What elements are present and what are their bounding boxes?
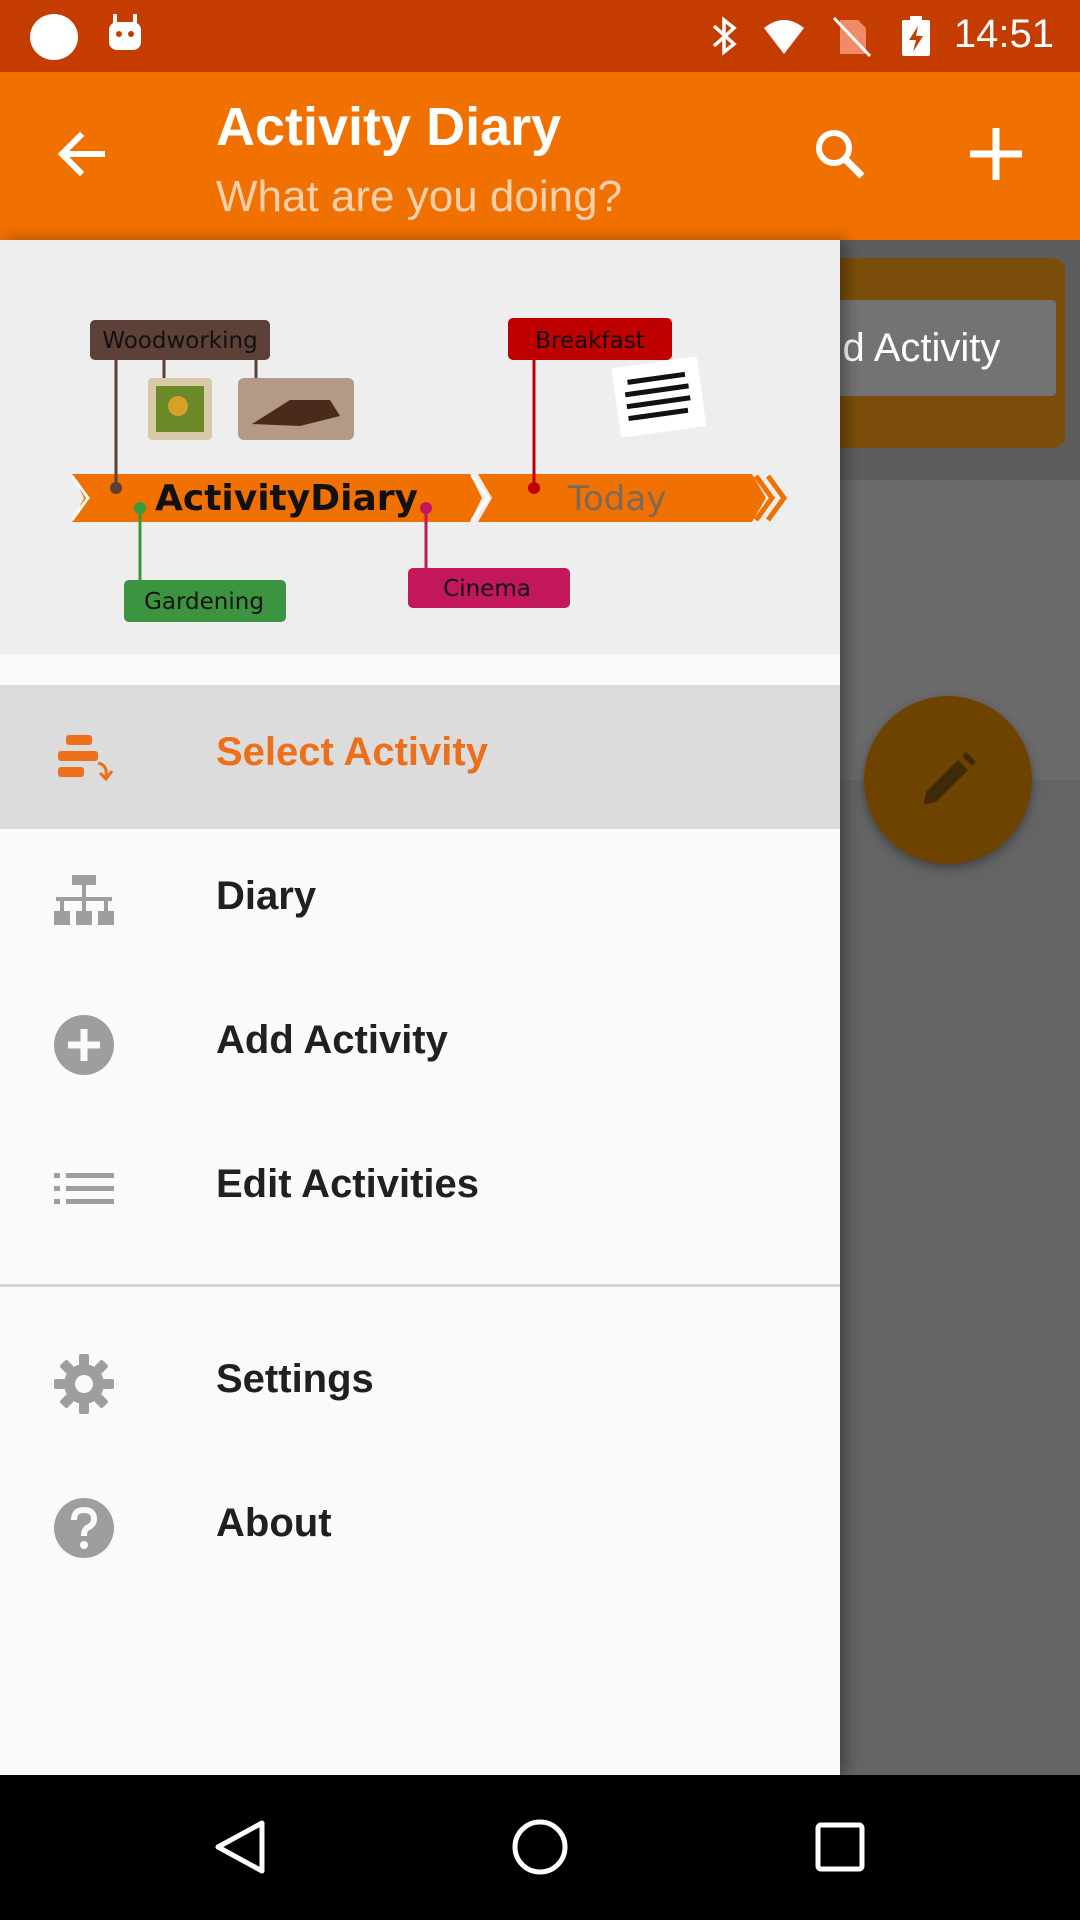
- help-icon: [54, 1498, 114, 1558]
- status-bar: 14:51: [0, 0, 1080, 72]
- clock: 14:51: [953, 12, 1054, 56]
- content-lower-area: [840, 780, 1080, 1775]
- breakfast-tag-label: Breakfast: [535, 328, 645, 354]
- nav-item-label: Diary: [216, 874, 317, 918]
- home-nav-icon[interactable]: [508, 1815, 572, 1879]
- woodworking-tag-label: Woodworking: [102, 328, 257, 354]
- no-sim-icon: [832, 16, 872, 58]
- today-text: Today: [567, 479, 666, 519]
- gear-icon: [54, 1354, 114, 1414]
- cinema-tag-label: Cinema: [443, 576, 531, 602]
- nav-item-label: Edit Activities: [216, 1162, 480, 1206]
- drawer-divider: [0, 1284, 840, 1287]
- nav-item-about[interactable]: About: [0, 1456, 840, 1600]
- list-icon: [54, 1173, 114, 1204]
- gardening-tag-label: Gardening: [144, 589, 264, 615]
- nav-item-edit-activities[interactable]: Edit Activities: [0, 1117, 840, 1261]
- app-bar: Activity Diary What are you doing?: [0, 72, 1080, 240]
- nav-item-label: Select Activity: [216, 730, 488, 774]
- nav-item-label: Settings: [216, 1357, 374, 1401]
- back-arrow-icon[interactable]: [52, 124, 112, 184]
- recents-nav-icon[interactable]: [808, 1815, 872, 1879]
- navigation-drawer: ActivityDiary Today Woodworking Breakfas…: [0, 240, 840, 1775]
- add-icon[interactable]: [966, 124, 1026, 184]
- nav-item-select-activity[interactable]: Select Activity: [0, 685, 840, 829]
- back-nav-icon[interactable]: [208, 1815, 272, 1879]
- diary-icon: [54, 875, 114, 925]
- nav-item-settings[interactable]: Settings: [0, 1312, 840, 1456]
- activity-diary-banner: ActivityDiary Today Woodworking Breakfas…: [70, 318, 788, 622]
- nav-item-add-activity[interactable]: Add Activity: [0, 973, 840, 1117]
- search-icon[interactable]: [810, 124, 870, 184]
- edit-fab-button[interactable]: [864, 696, 1032, 864]
- pencil-icon: [924, 752, 976, 804]
- nav-item-label: About: [216, 1501, 332, 1545]
- nav-item-diary[interactable]: Diary: [0, 829, 840, 973]
- page-title: Activity Diary: [216, 97, 562, 157]
- bluetooth-icon: [712, 16, 737, 56]
- note-icon: [611, 356, 707, 438]
- android-icon: [109, 14, 141, 50]
- page-subtitle: What are you doing?: [216, 172, 623, 221]
- battery-charging-icon: [902, 16, 930, 56]
- drawer-header: ActivityDiary Today Woodworking Breakfas…: [0, 240, 840, 654]
- nav-item-label: Add Activity: [216, 1018, 448, 1062]
- system-nav-bar: [0, 1775, 1080, 1920]
- wifi-icon: [764, 20, 804, 54]
- select-activity-icon: [58, 735, 114, 782]
- add-circle-icon: [54, 1015, 114, 1075]
- brand-text: ActivityDiary: [155, 478, 418, 519]
- notification-dot-icon: [30, 14, 78, 60]
